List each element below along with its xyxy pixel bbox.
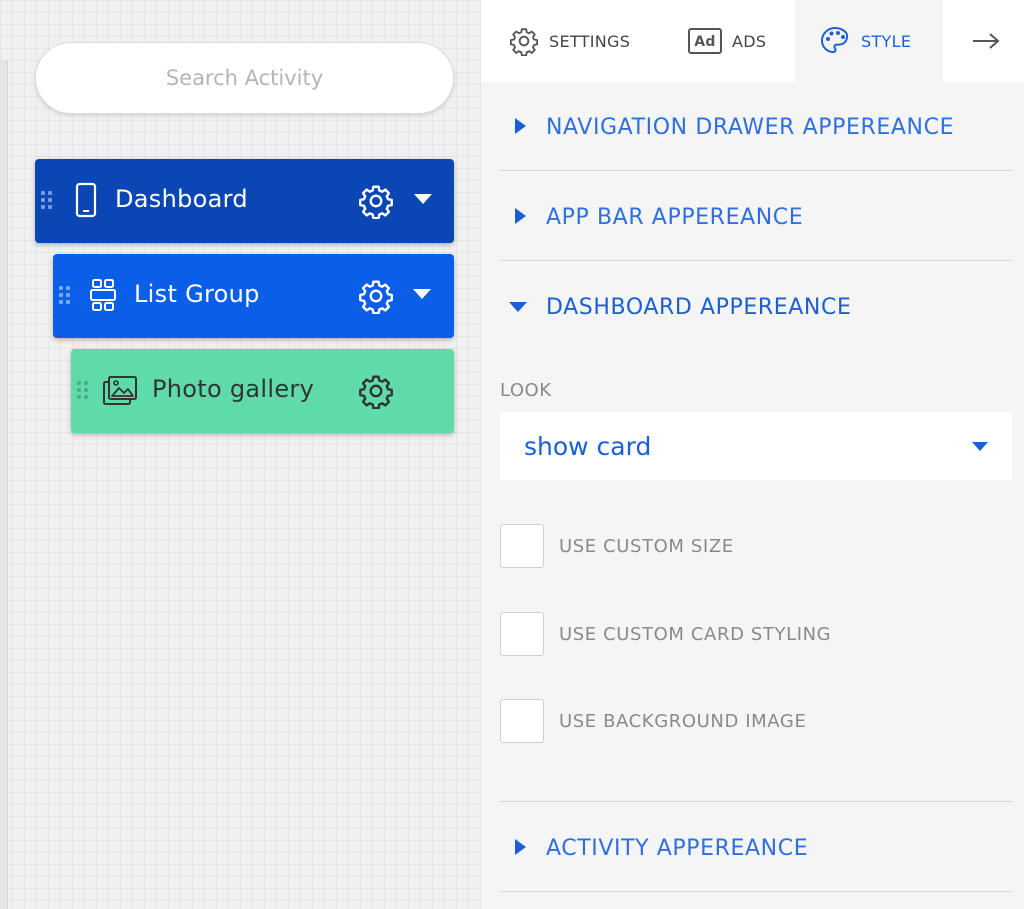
tab-settings[interactable]: SETTINGS [509,0,630,82]
gear-icon[interactable] [358,183,394,219]
section-title: APP BAR APPEREANCE [546,204,804,230]
tab-label: STYLE [861,31,912,51]
collapse-panel-button[interactable] [971,0,1011,82]
canvas-left-edge [0,60,8,909]
use-background-image-checkbox[interactable] [500,699,544,743]
caret-right-icon [515,208,526,224]
ad-icon: Ad [688,28,722,54]
tree-item-label: List Group [134,280,260,308]
svg-text:Ad: Ad [694,34,715,50]
activity-canvas: Dashboard List Group [0,0,481,909]
look-select[interactable]: show card [500,412,1012,480]
divider [500,260,1012,261]
checkbox-label: USE CUSTOM SIZE [559,535,734,557]
checkbox-row-custom-card-styling[interactable]: USE CUSTOM CARD STYLING [500,612,831,656]
section-navigation-drawer-appearance[interactable]: NAVIGATION DRAWER APPEREANCE [500,82,1012,172]
drag-handle-icon[interactable] [59,286,71,304]
section-dashboard-appearance[interactable]: DASHBOARD APPEREANCE [500,262,1012,352]
tab-ads[interactable]: Ad ADS [688,0,766,82]
photo-gallery-icon [103,376,137,405]
checkbox-row-background-image[interactable]: USE BACKGROUND IMAGE [500,699,806,743]
tab-style[interactable]: STYLE [795,0,943,82]
divider [500,801,1012,802]
arrow-right-icon [973,33,1000,49]
chevron-down-icon[interactable] [414,194,432,204]
tab-label: SETTINGS [549,31,631,51]
tab-label: ADS [732,31,767,51]
look-select-value: show card [524,431,652,461]
checkbox-label: USE BACKGROUND IMAGE [559,710,807,732]
chevron-down-icon [972,442,988,451]
section-title: NAVIGATION DRAWER APPEREANCE [546,114,955,140]
checkbox-label: USE CUSTOM CARD STYLING [559,623,832,645]
section-title: ACTIVITY APPEREANCE [546,835,809,861]
panel-tabs: SETTINGS Ad ADS STYLE [481,0,1024,82]
gear-icon [509,28,539,56]
gear-icon[interactable] [358,373,394,409]
checkbox-row-custom-size[interactable]: USE CUSTOM SIZE [500,524,734,568]
section-app-bar-appearance[interactable]: APP BAR APPEREANCE [500,172,1012,262]
drag-handle-icon[interactable] [77,381,89,399]
look-label: LOOK [500,380,552,401]
tree-item-dashboard[interactable]: Dashboard [35,159,454,243]
section-activity-appearance[interactable]: ACTIVITY APPEREANCE [500,803,1012,893]
drag-handle-icon[interactable] [41,191,53,209]
use-custom-card-styling-checkbox[interactable] [500,612,544,656]
tree-item-list-group[interactable]: List Group [53,254,454,338]
divider [500,891,1012,892]
caret-right-icon [515,118,526,134]
section-title: DASHBOARD APPEREANCE [546,294,852,320]
tree-item-photo-gallery[interactable]: Photo gallery [71,349,454,433]
list-group-icon [90,279,116,311]
properties-panel: SETTINGS Ad ADS STYLE NAVIGATION DRAWER … [481,0,1024,909]
palette-icon [820,26,849,54]
gear-icon[interactable] [358,278,394,314]
use-custom-size-checkbox[interactable] [500,524,544,568]
search-activity-input[interactable] [35,42,454,114]
caret-down-icon [509,302,527,312]
tree-item-label: Dashboard [115,185,248,213]
divider [500,170,1012,171]
phone-icon [75,182,97,218]
tree-item-label: Photo gallery [152,375,315,403]
caret-right-icon [515,839,526,855]
chevron-down-icon[interactable] [413,289,431,299]
